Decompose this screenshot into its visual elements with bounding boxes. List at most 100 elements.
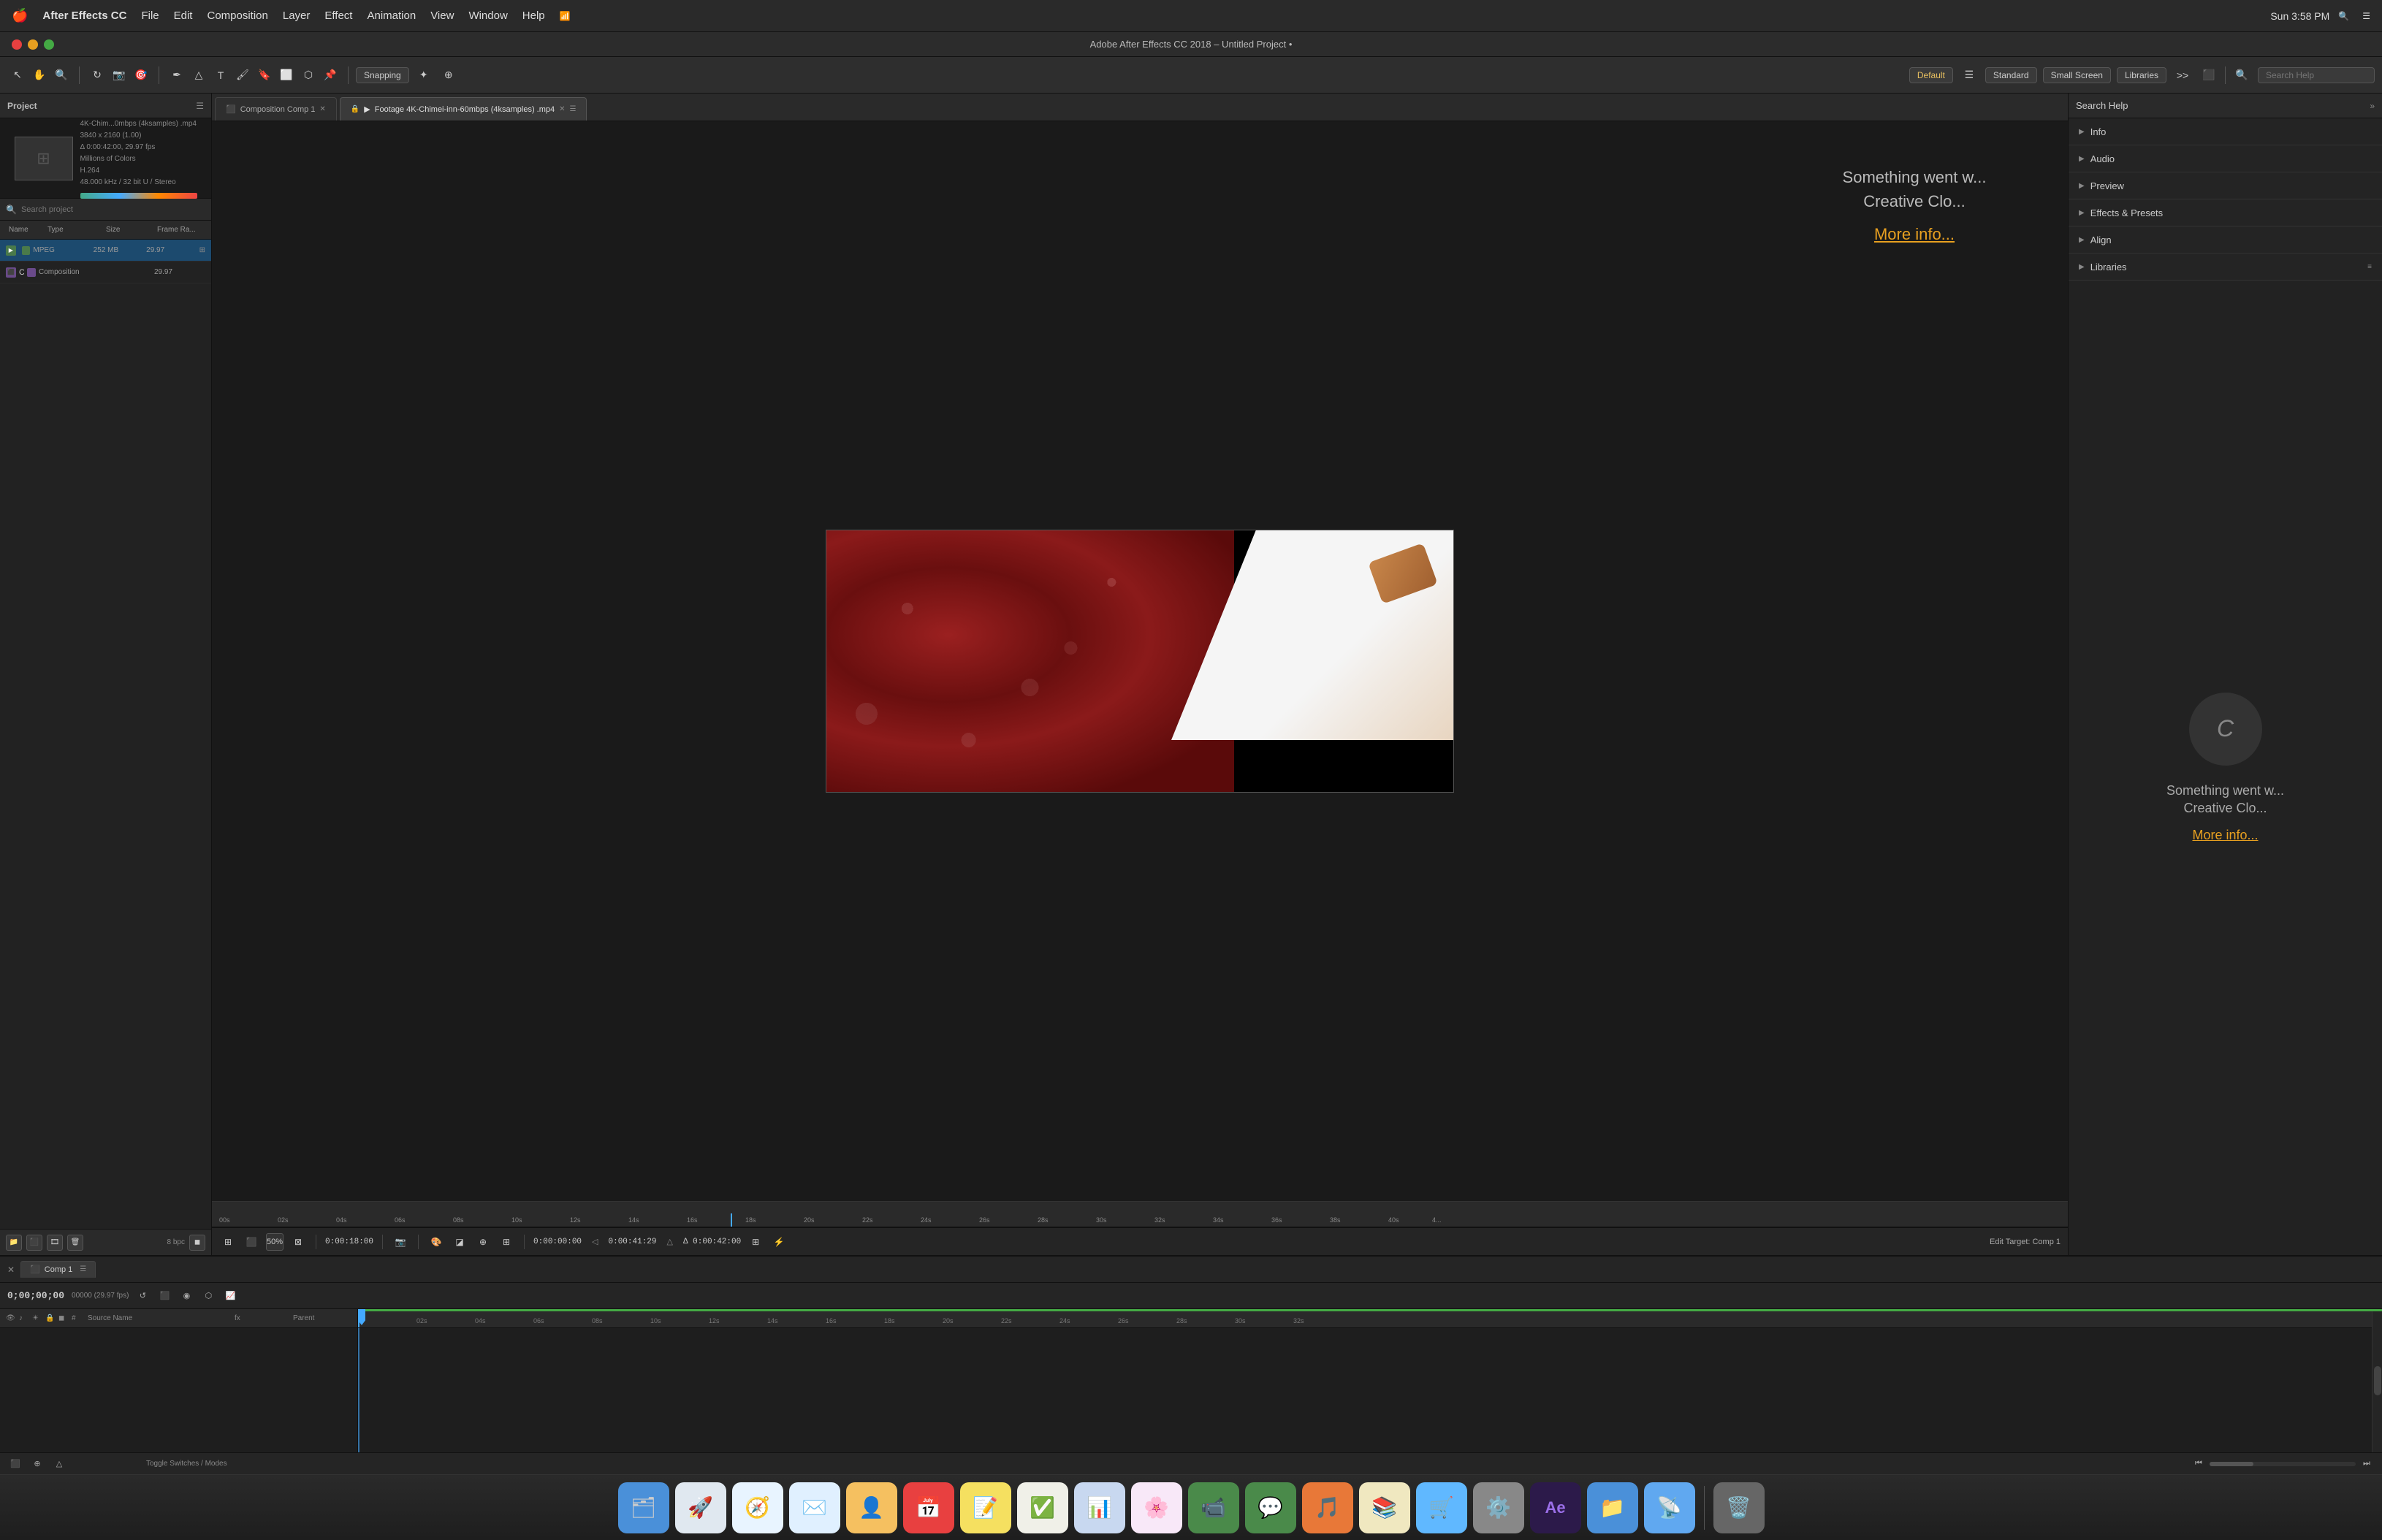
pen-tool[interactable]: ✒ [167, 65, 187, 85]
workspace-default[interactable]: Default [1909, 67, 1953, 83]
brush-tool[interactable]: 🖌 [232, 65, 253, 85]
project-item-video[interactable]: ▶ 4K-Chim...mp4 MPEG 252 MB 29.97 ⊞ [0, 240, 211, 262]
more-workspaces[interactable]: >> [2172, 65, 2193, 85]
region-of-interest[interactable]: ⊞ [747, 1233, 764, 1251]
dock-calendar[interactable]: 📅 [903, 1482, 954, 1533]
graph-editor-btn[interactable]: 📈 [222, 1288, 238, 1304]
snapping-options[interactable]: ✦ [414, 65, 434, 85]
quick-preview[interactable]: ⚡ [770, 1233, 788, 1251]
roto-brush[interactable]: ⬡ [298, 65, 319, 85]
animation-menu[interactable]: Animation [367, 9, 416, 22]
tl-bottom-btn2[interactable]: ⊕ [29, 1456, 45, 1472]
parent-pick-whip[interactable]: ↺ [134, 1288, 151, 1304]
dock-safari[interactable]: 🧭 [732, 1482, 783, 1533]
new-folder-btn[interactable]: 📁 [6, 1235, 22, 1251]
orbit-camera[interactable]: 🎯 [131, 65, 151, 85]
dock-systemprefs[interactable]: ⚙️ [1473, 1482, 1524, 1533]
audio-section-header[interactable]: ▶ Audio [2069, 145, 2382, 172]
workspace-small-screen[interactable]: Small Screen [2043, 67, 2111, 83]
help-menu[interactable]: Help [522, 9, 545, 22]
libraries-section-header[interactable]: ▶ Libraries ≡ [2069, 254, 2382, 280]
dock-appstore[interactable]: 🛒 [1416, 1482, 1467, 1533]
tl-skip-fwd[interactable]: ⏭ [2359, 1456, 2375, 1472]
zoom-fit-btn[interactable]: ⊠ [289, 1233, 307, 1251]
selection-tool[interactable]: ↖ [7, 65, 28, 85]
preview-section-header[interactable]: ▶ Preview [2069, 172, 2382, 199]
viewer-grid2-btn[interactable]: ⊞ [498, 1233, 515, 1251]
camera-icon-btn[interactable]: 📷 [392, 1233, 409, 1251]
workspace-menu-icon[interactable]: ☰ [1959, 65, 1979, 85]
video-item-extra[interactable]: ⊞ [199, 246, 205, 254]
tl-zoom-slider-thumb[interactable] [2210, 1462, 2253, 1466]
eraser-tool[interactable]: ⬜ [276, 65, 297, 85]
minimize-button[interactable] [28, 39, 38, 50]
dock-contacts[interactable]: 👤 [846, 1482, 897, 1533]
clone-stamp[interactable]: 🔖 [254, 65, 275, 85]
layer-menu[interactable]: Layer [283, 9, 311, 22]
col-type-header[interactable]: Type [45, 226, 103, 234]
maximize-button[interactable] [44, 39, 54, 50]
dock-photos[interactable]: 🌸 [1131, 1482, 1182, 1533]
dock-notes[interactable]: 📝 [960, 1482, 1011, 1533]
viewer-settings-btn[interactable]: ⊞ [219, 1233, 237, 1251]
info-section-header[interactable]: ▶ Info [2069, 118, 2382, 145]
dock-trash[interactable]: 🗑️ [1713, 1482, 1765, 1533]
solo-btn[interactable]: ⬛ [156, 1288, 172, 1304]
dock-folder1[interactable]: 📁 [1587, 1482, 1638, 1533]
viewer-overlay-btn[interactable]: ⊕ [474, 1233, 492, 1251]
file-menu[interactable]: File [141, 9, 159, 22]
composition-menu[interactable]: Composition [207, 9, 267, 22]
viewer-alpha-btn[interactable]: ◪ [451, 1233, 468, 1251]
dock-aftereffects[interactable]: Ae [1530, 1482, 1581, 1533]
dock-ibooks[interactable]: 📚 [1359, 1482, 1410, 1533]
puppet-pin[interactable]: 📌 [320, 65, 340, 85]
dock-messages[interactable]: 💬 [1245, 1482, 1296, 1533]
comp-tab-close[interactable]: ✕ [319, 105, 325, 113]
text-tool[interactable]: T [210, 65, 231, 85]
dock-keynote[interactable]: 📊 [1074, 1482, 1125, 1533]
snapping-button[interactable]: Snapping [356, 67, 409, 83]
viewer-color-btn[interactable]: 🎨 [427, 1233, 445, 1251]
dock-mail[interactable]: ✉️ [789, 1482, 840, 1533]
cc-more-info-link[interactable]: More info... [1874, 225, 1955, 243]
footage-tab-menu[interactable]: ☰ [570, 105, 577, 113]
align-section-header[interactable]: ▶ Align [2069, 226, 2382, 253]
dock-finder[interactable]: 🗂 [618, 1482, 669, 1533]
col-size-header[interactable]: Size [103, 226, 154, 234]
timeline-scrollbar-v[interactable] [2372, 1309, 2382, 1452]
app-menu[interactable]: After Effects CC [42, 9, 126, 22]
project-search-input[interactable] [21, 205, 205, 214]
workspace-standard[interactable]: Standard [1985, 67, 2037, 83]
search-help-input[interactable] [2258, 67, 2375, 83]
snapping-extra[interactable]: ⊕ [438, 65, 459, 85]
workspace-libraries[interactable]: Libraries [2117, 67, 2166, 83]
window-menu[interactable]: Window [468, 9, 507, 22]
toggle-switches-label[interactable]: Toggle Switches / Modes [146, 1460, 227, 1468]
comp-tab[interactable]: ⬛ Composition Comp 1 ✕ [215, 97, 337, 121]
footage-tab-close[interactable]: ✕ [559, 105, 565, 113]
col-fps-header[interactable]: Frame Ra... [154, 226, 205, 234]
new-comp-btn[interactable]: ⬛ [26, 1235, 42, 1251]
dock-reminders[interactable]: ✅ [1017, 1482, 1068, 1533]
draft-3d-btn[interactable]: ⬡ [200, 1288, 216, 1304]
tl-bottom-btn1[interactable]: ⬛ [7, 1456, 23, 1472]
workspace-icon[interactable]: ⬛ [2199, 65, 2219, 85]
edit-menu[interactable]: Edit [174, 9, 193, 22]
col-name-header[interactable]: Name [6, 226, 34, 234]
more-info-link[interactable]: More info... [2192, 828, 2258, 843]
close-button[interactable] [12, 39, 22, 50]
dock-itunes[interactable]: 🎵 [1302, 1482, 1353, 1533]
comp1-tab-menu[interactable]: ☰ [80, 1265, 86, 1273]
view-menu[interactable]: View [430, 9, 454, 22]
zoom-selector[interactable]: 50% [266, 1233, 284, 1251]
viewer-grid-btn[interactable]: ⬛ [243, 1233, 260, 1251]
dock-launchpad[interactable]: 🚀 [675, 1482, 726, 1533]
footage-tab[interactable]: 🔒 ▶ Footage 4K-Chimei-inn-60mbps (4ksamp… [340, 97, 587, 121]
delete-btn[interactable]: 🗑 [67, 1235, 83, 1251]
project-item-comp[interactable]: ⬛ Comp 1 Composition 29.97 [0, 262, 211, 283]
bpc-btn[interactable]: ◼ [189, 1235, 205, 1251]
spotlight-icon[interactable]: 🔍 [2338, 11, 2349, 21]
right-panel-expand[interactable]: » [2370, 101, 2375, 111]
effect-menu[interactable]: Effect [324, 9, 352, 22]
motion-blur-btn[interactable]: ◉ [178, 1288, 194, 1304]
